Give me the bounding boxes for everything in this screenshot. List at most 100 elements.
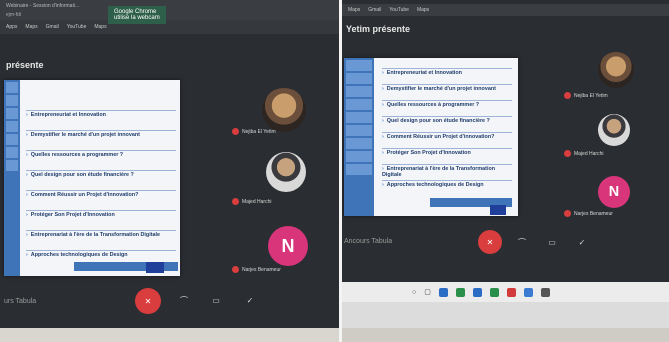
bookmark-item[interactable]: Maps — [417, 7, 429, 13]
eu-flag-icon — [490, 205, 506, 215]
bookmark-item[interactable]: YouTube — [389, 7, 409, 13]
mic-off-icon — [232, 266, 239, 273]
slide-bullet: Quel design pour son étude financière ? — [382, 118, 512, 124]
slide-rule — [382, 68, 512, 69]
slide-rule — [382, 116, 512, 117]
slide-nav-strip — [4, 80, 20, 276]
slide-bullet: Comment Réussir un Projet d'innovation? — [382, 134, 512, 140]
app-icon[interactable] — [472, 287, 482, 297]
participant-avatar[interactable] — [598, 52, 634, 88]
slide-rule — [26, 150, 176, 151]
start-icon[interactable]: ○ — [412, 289, 416, 296]
slide-bullet: Quelles ressources a programmer ? — [26, 152, 176, 158]
browser-tab-bar: Webinaire - Session d'informati... ejm-f… — [0, 0, 339, 20]
camera-button[interactable]: ▭ — [544, 234, 560, 250]
participant-avatar[interactable]: N — [598, 176, 630, 208]
mic-off-icon — [564, 150, 571, 157]
mute-button[interactable]: ✕ — [478, 230, 502, 254]
hangup-icon[interactable]: ⌒ — [514, 234, 530, 250]
slide-bullet: Entrepreneuriat et Innovation — [382, 70, 512, 76]
participant-name: Majed Harchi — [564, 150, 603, 157]
app-icon[interactable] — [506, 287, 516, 297]
right-photo: Maps Gmail YouTube Maps Yetim présente Entr… — [342, 0, 669, 342]
slide-rule — [26, 130, 176, 131]
bookmarks-bar: Apps Maps Gmail YouTube Maps — [0, 20, 339, 34]
desk-surface — [342, 302, 669, 328]
bookmark-item[interactable]: YouTube — [67, 24, 87, 30]
app-icon[interactable] — [540, 287, 550, 297]
slide-bullet: Entreprenariat à l'ère de la Transformat… — [382, 166, 512, 178]
bookmark-item[interactable]: Maps — [348, 7, 360, 13]
bottom-label: urs Tabula — [4, 298, 37, 305]
slide-rule — [26, 230, 176, 231]
app-icon[interactable] — [455, 287, 465, 297]
slide-rule — [382, 164, 512, 165]
browser-tab[interactable]: Webinaire - Session d'informati... — [6, 3, 79, 9]
slide-bullet: Protéger Son Projet d'Innovation — [26, 212, 176, 218]
bottom-label: Ancours Tabula — [344, 238, 393, 245]
participant-name: Narjes Benameur — [564, 210, 613, 217]
slide-rule — [26, 110, 176, 111]
participant-name: Nejiba El Yetim — [232, 128, 276, 135]
slide-rule — [26, 170, 176, 171]
app-icon[interactable] — [489, 287, 499, 297]
check-button[interactable]: ✓ — [242, 292, 258, 308]
eu-flag-icon — [146, 262, 164, 273]
shared-slide: Entrepreneuriat et Innovation Demystifier… — [4, 80, 180, 276]
slide-rule — [382, 100, 512, 101]
hangup-icon[interactable]: ⌒ — [176, 292, 192, 308]
bookmark-item[interactable]: Apps — [6, 24, 17, 30]
participant-name-text: Nejiba El Yetim — [242, 128, 276, 135]
right-screen: Maps Gmail YouTube Maps Yetim présente Entr… — [342, 0, 669, 328]
slide-rule — [26, 250, 176, 251]
mute-button[interactable]: ✕ — [135, 288, 161, 314]
mic-off-icon — [232, 128, 239, 135]
windows-taskbar: ○ ▢ — [342, 282, 669, 302]
slide-rule — [382, 148, 512, 149]
mic-off-icon — [564, 210, 571, 217]
slide-nav-strip — [344, 58, 374, 216]
participant-name-text: Majed Harchi — [574, 150, 604, 157]
presenter-label: Yetim présente — [346, 24, 411, 34]
slide-bullet: Comment Réussir un Projet d'innovation? — [26, 192, 176, 198]
taskview-icon[interactable]: ▢ — [424, 288, 431, 296]
slide-bullet: Demystifier le marché d'un projet innova… — [26, 132, 176, 138]
left-photo: Webinaire - Session d'informati... ejm-f… — [0, 0, 339, 342]
slide-bullet: Entreprenariat à l'ère de la Transformat… — [26, 232, 176, 238]
shared-slide: Entrepreneuriat et Innovation Demystifier… — [344, 58, 518, 216]
address-bar[interactable]: ejm-fdi — [6, 12, 21, 18]
slide-bullet: Entrepreneuriat et Innovation — [26, 112, 176, 118]
slide-bullet: Demystifier le marché d'un projet innova… — [382, 86, 512, 92]
app-icon[interactable] — [523, 287, 533, 297]
slide-bullet: Quelles ressources à programmer ? — [382, 102, 512, 108]
participant-name-text: Nejiba El Yetim — [574, 92, 608, 99]
mic-off-icon — [564, 92, 571, 99]
participant-avatar[interactable]: N — [268, 226, 308, 266]
participant-name-text: Narjes Benameur — [242, 266, 281, 273]
notification-subtitle: utilise la webcam — [114, 15, 160, 21]
participant-avatar[interactable] — [598, 114, 630, 146]
bookmarks-bar: Maps Gmail YouTube Maps — [342, 4, 669, 16]
slide-rule — [382, 84, 512, 85]
bookmark-item[interactable]: Maps — [94, 24, 106, 30]
webcam-notification: Google Chrome utilise la webcam — [108, 6, 166, 24]
participant-name: Majed Harchi — [232, 198, 271, 205]
participant-name: Nejiba El Yetim — [564, 92, 608, 99]
participant-avatar[interactable] — [266, 152, 306, 192]
slide-rule — [382, 180, 512, 181]
app-icon[interactable] — [438, 287, 448, 297]
left-screen: Webinaire - Session d'informati... ejm-f… — [0, 0, 339, 328]
bookmark-item[interactable]: Gmail — [368, 7, 381, 13]
bookmark-item[interactable]: Gmail — [46, 24, 59, 30]
participant-name-text: Narjes Benameur — [574, 210, 613, 217]
slide-bullet: Approches technologiques de Design — [382, 182, 512, 188]
participant-avatar[interactable] — [262, 88, 306, 132]
slide-bullet: Quel design pour son étude financière ? — [26, 172, 176, 178]
check-button[interactable]: ✓ — [574, 234, 590, 250]
slide-bullet: Approches technologiques de Design — [26, 252, 176, 258]
camera-button[interactable]: ▭ — [208, 292, 224, 308]
bookmark-item[interactable]: Maps — [25, 24, 37, 30]
presenter-label: présente — [6, 60, 44, 70]
slide-rule — [382, 132, 512, 133]
participant-name: Narjes Benameur — [232, 266, 281, 273]
